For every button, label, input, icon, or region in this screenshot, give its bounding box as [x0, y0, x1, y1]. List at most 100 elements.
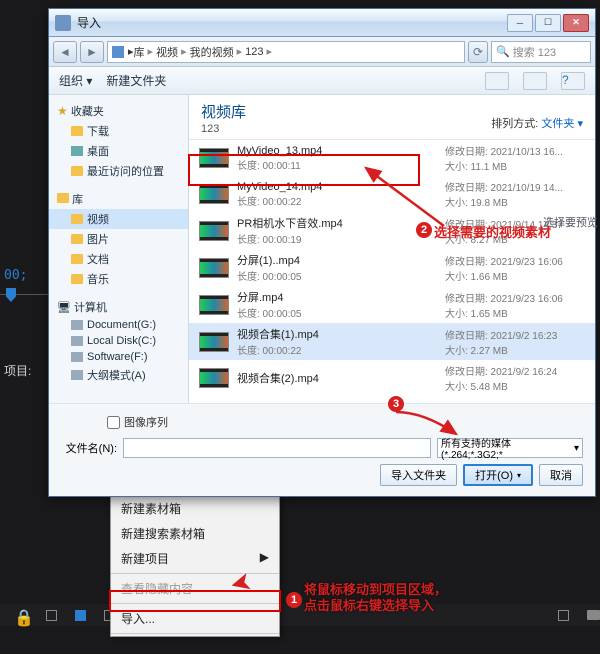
filter-dropdown[interactable]: 所有支持的媒体 (*.264;*.3G2;*▾ — [437, 438, 583, 458]
nav-videos[interactable]: 视频 — [49, 209, 188, 229]
nav-drive-c[interactable]: Local Disk(C:) — [49, 333, 188, 349]
drive-icon — [71, 352, 83, 362]
list-view-icon[interactable] — [46, 610, 57, 621]
help-button[interactable]: ? — [561, 72, 585, 90]
file-size: 大小: 2.27 MB — [445, 342, 585, 357]
preview-pane-label: 选择要预览 — [543, 214, 598, 230]
file-name: 分屏.mp4 — [237, 289, 437, 305]
chevron-down-icon: ▾ — [517, 471, 521, 480]
file-row[interactable]: 视频合集(1).mp4长度: 00:00:22修改日期: 2021/9/2 16… — [189, 323, 595, 360]
ctx-new-item[interactable]: 新建项目▶ — [111, 546, 279, 571]
new-bin-icon[interactable] — [587, 610, 600, 620]
search-input[interactable]: 🔍搜索 123 — [491, 41, 591, 63]
nav-pictures[interactable]: 图片 — [49, 229, 188, 249]
navbar: ◄ ► ▸ 库▸ 视频▸ 我的视频▸ 123▸ ⟳ 🔍搜索 123 — [49, 37, 595, 67]
minimize-button[interactable]: ─ — [507, 14, 533, 32]
back-button[interactable]: ◄ — [53, 41, 77, 63]
dialog-title: 导入 — [77, 14, 505, 31]
file-list[interactable]: MyVideo_13.mp4长度: 00:00:11修改日期: 2021/10/… — [189, 140, 595, 403]
cancel-button[interactable]: 取消 — [539, 464, 583, 486]
file-duration: 长度: 00:00:05 — [237, 305, 437, 320]
drive-icon — [71, 336, 83, 346]
file-row[interactable]: 分屏.mp4长度: 00:00:05 修改日期: 2021/9/23 16:06大… — [189, 286, 595, 323]
file-date: 修改日期: 2021/9/23 16:06 — [445, 290, 585, 305]
file-thumb — [199, 148, 229, 168]
step2-text: 选择需要的视频素材 — [434, 222, 551, 241]
nav-more[interactable]: 大纲模式(A) — [49, 365, 188, 385]
file-size: 大小: 1.65 MB — [445, 305, 585, 320]
breadcrumb[interactable]: ▸ 库▸ 视频▸ 我的视频▸ 123▸ — [107, 41, 465, 63]
organize-menu[interactable]: 组织 ▾ — [59, 72, 92, 89]
new-item-icon[interactable] — [558, 610, 569, 621]
chevron-down-icon: ▾ — [574, 443, 579, 454]
file-thumb — [199, 184, 229, 204]
nav-downloads[interactable]: 下载 — [49, 121, 188, 141]
image-sequence-checkbox[interactable]: 图像序列 — [107, 414, 583, 430]
folder-icon — [71, 254, 83, 264]
desktop-icon — [71, 146, 83, 156]
file-duration: 长度: 00:00:22 — [237, 342, 437, 357]
nav-documents[interactable]: 文档 — [49, 249, 188, 269]
refresh-button[interactable]: ⟳ — [468, 41, 488, 63]
ctx-show-hidden: 查看隐藏内容 — [111, 576, 279, 601]
file-name: 视频合集(1).mp4 — [237, 326, 437, 342]
titlebar[interactable]: 导入 ─ ☐ ✕ — [49, 9, 595, 37]
file-name: 分屏(1)..mp4 — [237, 252, 437, 268]
file-name: MyVideo_13.mp4 — [237, 145, 437, 157]
sort-dropdown[interactable]: 文件夹 ▾ — [541, 118, 583, 130]
library-icon — [57, 193, 69, 203]
maximize-button[interactable]: ☐ — [535, 14, 561, 32]
preview-toggle[interactable] — [523, 72, 547, 90]
filename-input[interactable] — [123, 438, 431, 458]
app-icon — [55, 15, 71, 31]
step2-badge: 2 — [416, 222, 432, 238]
new-folder-button[interactable]: 新建文件夹 — [106, 72, 166, 89]
folder-icon — [71, 166, 83, 176]
drive-icon — [71, 370, 83, 380]
project-toolbar: 🔒 — [0, 604, 600, 626]
nav-drive-f[interactable]: Software(F:) — [49, 349, 188, 365]
file-name: MyVideo_14.mp4 — [237, 181, 437, 193]
lock-icon[interactable]: 🔒 — [14, 608, 28, 622]
ctx-import[interactable]: 导入... — [111, 606, 279, 631]
folder-icon — [71, 214, 83, 224]
open-button[interactable]: 打开(O)▾ — [463, 464, 533, 486]
nav-drive-g[interactable]: Document(G:) — [49, 317, 188, 333]
folder-icon — [71, 234, 83, 244]
file-row[interactable]: MyVideo_13.mp4长度: 00:00:11修改日期: 2021/10/… — [189, 140, 595, 176]
nav-tree[interactable]: ★ 收藏夹 下载 桌面 最近访问的位置 库 视频 图片 文档 音乐 🖥 计算机 … — [49, 95, 189, 403]
file-row[interactable]: 视频合集(2).mp4修改日期: 2021/9/2 16:24大小: 5.48 … — [189, 360, 595, 396]
image-seq-input[interactable] — [107, 416, 120, 429]
step3-badge: 3 — [388, 396, 404, 412]
file-size: 大小: 11.1 MB — [445, 158, 585, 173]
drive-icon — [71, 320, 83, 330]
nav-music[interactable]: 音乐 — [49, 269, 188, 289]
search-icon: 🔍 — [496, 45, 510, 58]
nav-desktop[interactable]: 桌面 — [49, 141, 188, 161]
view-menu[interactable] — [485, 72, 509, 90]
file-name: 视频合集(2).mp4 — [237, 370, 437, 386]
file-row[interactable]: 分屏(1)..mp4长度: 00:00:05修改日期: 2021/9/23 16… — [189, 249, 595, 286]
list-header: 视频库 123 排列方式: 文件夹 ▾ — [189, 95, 595, 140]
toolbar: 组织 ▾ 新建文件夹 ? — [49, 67, 595, 95]
playhead[interactable] — [6, 288, 16, 302]
nav-recent[interactable]: 最近访问的位置 — [49, 161, 188, 181]
close-button[interactable]: ✕ — [563, 14, 589, 32]
timecode: 00; — [4, 268, 27, 283]
file-thumb — [199, 368, 229, 388]
file-row[interactable]: MyVideo_14.mp4长度: 00:00:22修改日期: 2021/10/… — [189, 176, 595, 212]
timeline[interactable] — [0, 288, 48, 308]
file-date: 修改日期: 2021/9/2 16:24 — [445, 363, 585, 378]
folder-icon — [71, 126, 83, 136]
fwd-button[interactable]: ► — [80, 41, 104, 63]
file-name: PR相机水下音效.mp4 — [237, 215, 437, 231]
ctx-new-bin[interactable]: 新建素材箱 — [111, 496, 279, 521]
file-duration: 长度: 00:00:19 — [237, 231, 437, 246]
thumb-view-icon[interactable] — [75, 610, 86, 621]
import-folder-button[interactable]: 导入文件夹 — [380, 464, 457, 486]
ctx-new-search-bin[interactable]: 新建搜索素材箱 — [111, 521, 279, 546]
project-label: 项目: — [4, 362, 31, 379]
file-thumb — [199, 221, 229, 241]
step1-badge: 1 — [286, 592, 302, 608]
file-thumb — [199, 332, 229, 352]
